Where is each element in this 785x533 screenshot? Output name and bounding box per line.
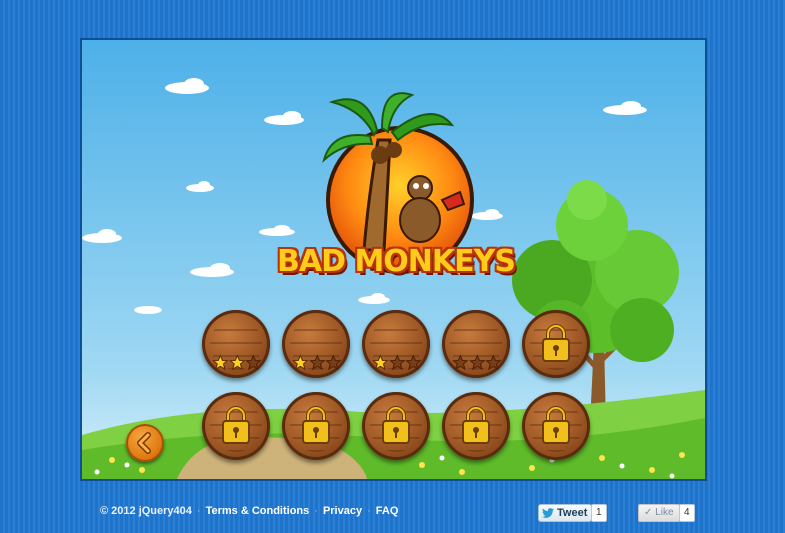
level-stars [292,354,342,372]
padlock-icon [542,324,570,362]
copyright-text: © 2012 jQuery404 [100,505,192,517]
padlock-icon [382,406,410,444]
star-filled-icon [212,354,229,371]
back-button[interactable] [126,424,164,462]
privacy-link[interactable]: Privacy [323,505,362,517]
footer: © 2012 jQuery404 · Terms & Conditions · Priv… [0,498,785,533]
like-label: Like [655,507,674,518]
tweet-button[interactable]: Tweet [538,504,593,522]
twitter-bird-icon [542,508,554,518]
game-title: BAD MONKEYS [277,244,516,279]
level-stars [452,354,502,372]
footer-text: © 2012 jQuery404 · Terms & Conditions · Priv… [100,505,398,517]
thumbs-up-icon: ✓ [644,507,653,518]
level-9-button-locked[interactable] [442,392,510,460]
padlock-icon [542,406,570,444]
star-filled-icon [228,354,246,371]
level-8-button-locked[interactable] [362,392,430,460]
star-empty-icon [405,354,422,371]
padlock-icon [302,406,330,444]
tweet-label: Tweet [557,507,588,519]
like-button[interactable]: ✓ Like [638,504,680,522]
tweet-count: 1 [591,504,607,522]
separator: · [314,505,318,517]
star-empty-icon [388,354,406,371]
level-4-button[interactable] [442,310,510,378]
game-stage: BAD MONKEYS [80,38,707,481]
like-count: 4 [679,504,695,522]
terms-link[interactable]: Terms & Conditions [206,505,310,517]
level-2-button[interactable] [282,310,350,378]
star-empty-icon [452,354,469,371]
chevron-left-icon [137,432,151,454]
star-filled-icon [292,354,309,371]
level-1-button[interactable] [202,310,270,378]
star-empty-icon [325,354,342,371]
star-filled-icon [372,354,389,371]
padlock-icon [462,406,490,444]
separator: · [196,505,201,517]
star-empty-icon [468,354,486,371]
separator: · [367,505,371,517]
star-empty-icon [245,354,262,371]
level-stars [372,354,422,372]
level-6-button-locked[interactable] [202,392,270,460]
level-5-button-locked[interactable] [522,310,590,378]
padlock-icon [222,406,250,444]
level-stars [212,354,262,372]
level-7-button-locked[interactable] [282,392,350,460]
faq-link[interactable]: FAQ [376,505,399,517]
level-3-button[interactable] [362,310,430,378]
star-empty-icon [308,354,326,371]
star-empty-icon [485,354,502,371]
level-10-button-locked[interactable] [522,392,590,460]
